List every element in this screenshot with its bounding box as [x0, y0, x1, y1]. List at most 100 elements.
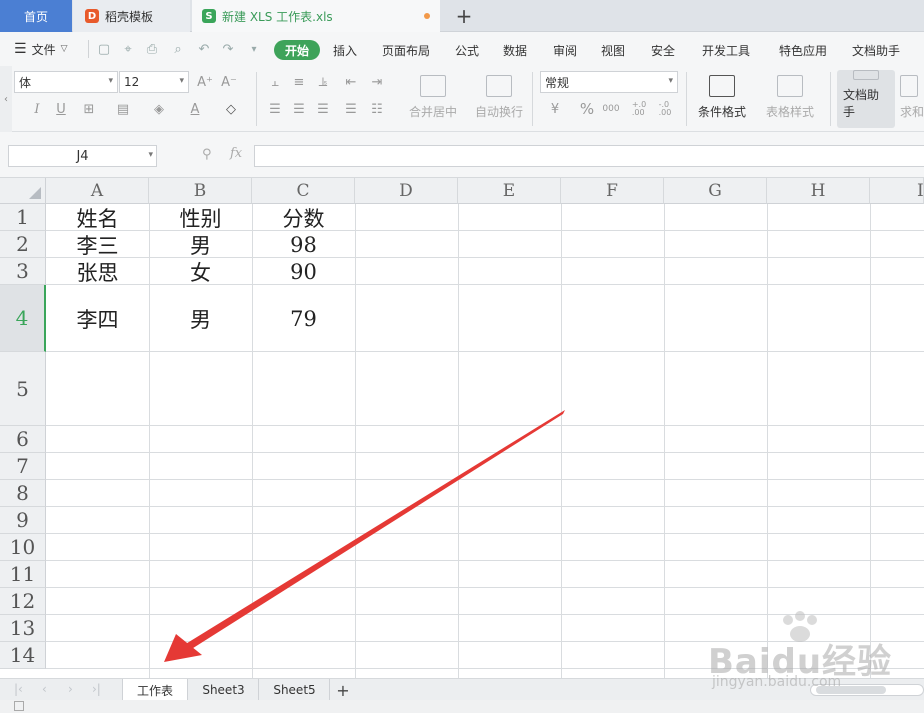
- column-header-h[interactable]: H: [767, 178, 870, 204]
- undo-icon[interactable]: ↶: [196, 41, 212, 57]
- zoom-search-icon[interactable]: ⚲: [202, 147, 212, 162]
- sheet-tab-worksheet[interactable]: 工作表: [122, 679, 188, 701]
- currency-icon[interactable]: ¥: [546, 100, 564, 118]
- fx-icon[interactable]: fx: [230, 146, 242, 161]
- sheet-tab-sheet3[interactable]: Sheet3: [189, 679, 259, 701]
- distribute-icon[interactable]: ☷: [368, 100, 386, 118]
- tab-data[interactable]: 数据: [503, 40, 527, 60]
- number-format-select[interactable]: 常规 ▾: [540, 71, 678, 93]
- tab-developer[interactable]: 开发工具: [702, 40, 750, 60]
- indent-increase-icon[interactable]: ⇥: [368, 73, 386, 91]
- tab-current-file[interactable]: S 新建 XLS 工作表.xls: [192, 0, 440, 32]
- tab-start[interactable]: 开始: [274, 40, 321, 60]
- merge-center-button[interactable]: 合并居中: [404, 70, 462, 128]
- align-middle-icon[interactable]: ≡: [290, 73, 308, 91]
- row-header-11[interactable]: 11: [0, 561, 46, 588]
- redo-icon[interactable]: ↷: [220, 41, 236, 57]
- next-sheet-icon[interactable]: ›: [68, 682, 73, 696]
- fill-color-icon[interactable]: ◈: [150, 100, 168, 118]
- tab-insert[interactable]: 插入: [333, 40, 357, 60]
- ribbon-scroll-left-icon[interactable]: ‹: [0, 66, 12, 132]
- clear-format-icon[interactable]: ◇: [222, 100, 240, 118]
- save-icon[interactable]: ▢: [96, 41, 112, 57]
- increase-font-icon[interactable]: A⁺: [196, 73, 214, 91]
- fill-pattern-icon[interactable]: ▤: [114, 100, 132, 118]
- doc-assistant-button[interactable]: 文档助手: [837, 70, 895, 128]
- column-header-d[interactable]: D: [355, 178, 458, 204]
- sum-button[interactable]: 求和: [900, 70, 924, 128]
- formula-input[interactable]: [254, 145, 924, 167]
- last-sheet-icon[interactable]: ›|: [92, 682, 101, 696]
- cell-c2[interactable]: 98: [252, 231, 355, 258]
- row-header-12[interactable]: 12: [0, 588, 46, 615]
- row-header-13[interactable]: 13: [0, 615, 46, 642]
- cell-a3[interactable]: 张思: [46, 258, 149, 285]
- table-style-button[interactable]: 表格样式: [760, 70, 820, 128]
- tab-security[interactable]: 安全: [651, 40, 675, 60]
- row-header-8[interactable]: 8: [0, 480, 46, 507]
- align-center-icon[interactable]: ☰: [290, 100, 308, 118]
- decrease-decimal-button[interactable]: -.0 .00: [656, 100, 674, 118]
- underline-icon[interactable]: U: [52, 100, 70, 118]
- italic-icon[interactable]: I: [28, 100, 46, 118]
- row-header-2[interactable]: 2: [0, 231, 46, 258]
- cell-b2[interactable]: 男: [149, 231, 252, 258]
- row-header-6[interactable]: 6: [0, 426, 46, 453]
- sheet-tab-sheet5[interactable]: Sheet5: [260, 679, 330, 701]
- row-header-7[interactable]: 7: [0, 453, 46, 480]
- align-top-icon[interactable]: ⫠: [266, 73, 284, 91]
- cell-b3[interactable]: 女: [149, 258, 252, 285]
- tab-view[interactable]: 视图: [601, 40, 625, 60]
- percent-button[interactable]: %: [578, 100, 596, 118]
- font-color-icon[interactable]: A: [186, 100, 204, 118]
- tab-special-apps[interactable]: 特色应用: [779, 40, 827, 60]
- align-left-icon[interactable]: ☰: [266, 100, 284, 118]
- tab-home[interactable]: 首页: [0, 0, 72, 32]
- print-preview-icon[interactable]: ⌕: [170, 41, 186, 57]
- cell-a2[interactable]: 李三: [46, 231, 149, 258]
- column-header-e[interactable]: E: [458, 178, 561, 204]
- column-header-b[interactable]: B: [149, 178, 252, 204]
- tab-doc-assistant[interactable]: 文档助手: [852, 40, 900, 60]
- tab-docer-templates[interactable]: D 稻壳模板: [73, 0, 190, 32]
- align-bottom-icon[interactable]: ⫡: [314, 73, 332, 91]
- cell-c1[interactable]: 分数: [252, 204, 355, 231]
- column-header-f[interactable]: F: [561, 178, 664, 204]
- thousand-separator-button[interactable]: 000: [602, 100, 620, 118]
- row-header-3[interactable]: 3: [0, 258, 46, 285]
- cell-a4[interactable]: 李四: [46, 285, 149, 352]
- row-header-9[interactable]: 9: [0, 507, 46, 534]
- select-all-corner[interactable]: [0, 178, 46, 204]
- print-icon[interactable]: ⎙: [144, 41, 160, 57]
- border-icon[interactable]: ⊞: [80, 100, 98, 118]
- first-sheet-icon[interactable]: |‹: [14, 682, 23, 696]
- row-header-10[interactable]: 10: [0, 534, 46, 561]
- cell-c3[interactable]: 90: [252, 258, 355, 285]
- name-box[interactable]: J4 ▾: [8, 145, 157, 167]
- column-header-c[interactable]: C: [252, 178, 355, 204]
- new-tab-button[interactable]: +: [450, 0, 478, 32]
- tab-formulas[interactable]: 公式: [455, 40, 479, 60]
- column-header-a[interactable]: A: [46, 178, 149, 204]
- quick-access-more-icon[interactable]: ▾: [246, 41, 262, 57]
- row-header-4[interactable]: 4: [0, 285, 46, 352]
- tab-page-layout[interactable]: 页面布局: [382, 40, 430, 60]
- conditional-format-button[interactable]: 条件格式: [692, 70, 752, 128]
- decrease-font-icon[interactable]: A⁻: [220, 73, 238, 91]
- cell-b4[interactable]: 男: [149, 285, 252, 352]
- tab-review[interactable]: 审阅: [553, 40, 577, 60]
- cell-c4[interactable]: 79: [252, 285, 355, 352]
- row-header-14[interactable]: 14: [0, 642, 46, 669]
- column-header-i[interactable]: I: [870, 178, 924, 204]
- indent-decrease-icon[interactable]: ⇤: [342, 73, 360, 91]
- row-header-5[interactable]: 5: [0, 352, 46, 426]
- prev-sheet-icon[interactable]: ‹: [42, 682, 47, 696]
- column-header-g[interactable]: G: [664, 178, 767, 204]
- align-right-icon[interactable]: ☰: [314, 100, 332, 118]
- cell-a1[interactable]: 姓名: [46, 204, 149, 231]
- file-menu-button[interactable]: ☰ 文件 ▽: [14, 32, 68, 66]
- cell-b1[interactable]: 性别: [149, 204, 252, 231]
- horizontal-scrollbar-thumb[interactable]: [816, 686, 886, 694]
- auto-wrap-button[interactable]: 自动换行: [472, 70, 526, 128]
- format-painter-icon[interactable]: ⌖: [120, 41, 136, 57]
